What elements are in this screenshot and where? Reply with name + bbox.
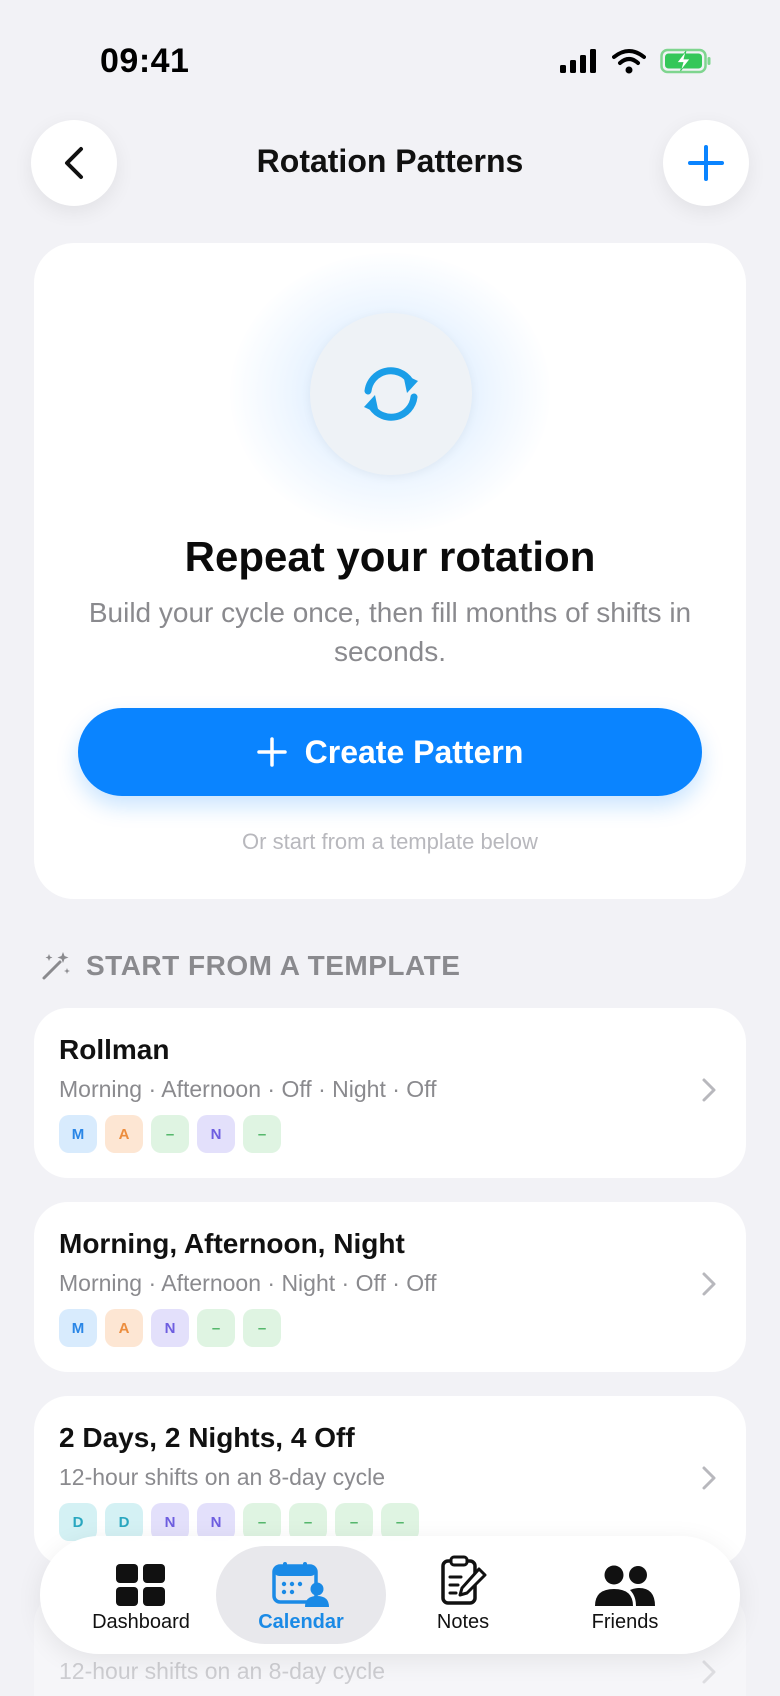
tab-label: Friends (591, 1611, 659, 1633)
shift-chips: M A N – – (59, 1309, 281, 1347)
tab-notes[interactable]: Notes (378, 1546, 548, 1644)
grid-icon (116, 1564, 165, 1606)
tab-dashboard[interactable]: Dashboard (56, 1546, 226, 1644)
tab-friends[interactable]: Friends (540, 1546, 710, 1644)
chevron-right-icon (702, 1272, 716, 1296)
shift-chip: M (59, 1309, 97, 1347)
shift-chips: M A – N – (59, 1115, 281, 1153)
template-description: 12-hour shifts on an 8-day cycle (59, 1658, 386, 1684)
section-title: START FROM A TEMPLATE (86, 950, 461, 981)
shift-chip: A (105, 1309, 143, 1347)
chevron-right-icon (702, 1466, 716, 1490)
magic-wand-icon (42, 952, 70, 980)
notes-icon (441, 1555, 487, 1605)
chevron-right-icon (702, 1078, 716, 1102)
template-card-rollman[interactable]: Rollman Morning · Afternoon · Off · Nigh… (34, 1008, 746, 1178)
template-description: Morning · Afternoon · Night · Off · Off (59, 1270, 437, 1296)
chevron-right-icon (702, 1660, 716, 1684)
shift-chip: – (243, 1309, 281, 1347)
tab-label: Notes (436, 1611, 490, 1633)
battery-charging-icon (660, 48, 711, 74)
shift-chip: N (151, 1309, 189, 1347)
shift-chip: M (59, 1115, 97, 1153)
template-name: Rollman (59, 1034, 170, 1065)
tab-calendar[interactable]: Calendar (216, 1546, 386, 1644)
hero-icon-badge (310, 313, 472, 475)
template-description: 12-hour shifts on an 8-day cycle (59, 1464, 386, 1490)
template-name: 2 Days, 2 Nights, 4 Off (59, 1422, 355, 1453)
shift-chip: D (59, 1503, 97, 1541)
add-pattern-button[interactable] (663, 120, 749, 206)
hero-card: Repeat your rotation Build your cycle on… (34, 243, 746, 899)
status-time: 09:41 (100, 42, 190, 80)
status-bar: 09:41 (0, 0, 780, 120)
hero-title: Repeat your rotation (184, 533, 596, 580)
rotate-arrows-icon (364, 367, 418, 421)
tab-label: Dashboard (92, 1611, 190, 1633)
friends-icon (595, 1565, 655, 1606)
shift-chip: N (197, 1115, 235, 1153)
tab-bar: Dashboard Calendar Notes Friends (40, 1536, 740, 1654)
template-hint: Or start from a template below (242, 829, 538, 854)
hero-subtitle: Build your cycle once, then fill months … (88, 597, 692, 667)
shift-chip: – (151, 1115, 189, 1153)
calendar-person-icon (272, 1562, 329, 1607)
wifi-icon (612, 49, 646, 74)
template-description: Morning · Afternoon · Off · Night · Off (59, 1076, 437, 1102)
tab-label: Calendar (258, 1611, 344, 1633)
cellular-signal-icon (560, 49, 596, 73)
plus-icon (688, 145, 724, 181)
template-card-morning-afternoon-night[interactable]: Morning, Afternoon, Night Morning · Afte… (34, 1202, 746, 1372)
status-icons (560, 48, 712, 74)
plus-icon (256, 737, 287, 767)
create-pattern-label: Create Pattern (304, 733, 524, 770)
section-header: START FROM A TEMPLATE (40, 950, 460, 982)
shift-chip: A (105, 1115, 143, 1153)
template-name: Morning, Afternoon, Night (59, 1228, 405, 1259)
shift-chip: – (197, 1309, 235, 1347)
shift-chip: – (243, 1115, 281, 1153)
create-pattern-button[interactable]: Create Pattern (78, 708, 702, 796)
